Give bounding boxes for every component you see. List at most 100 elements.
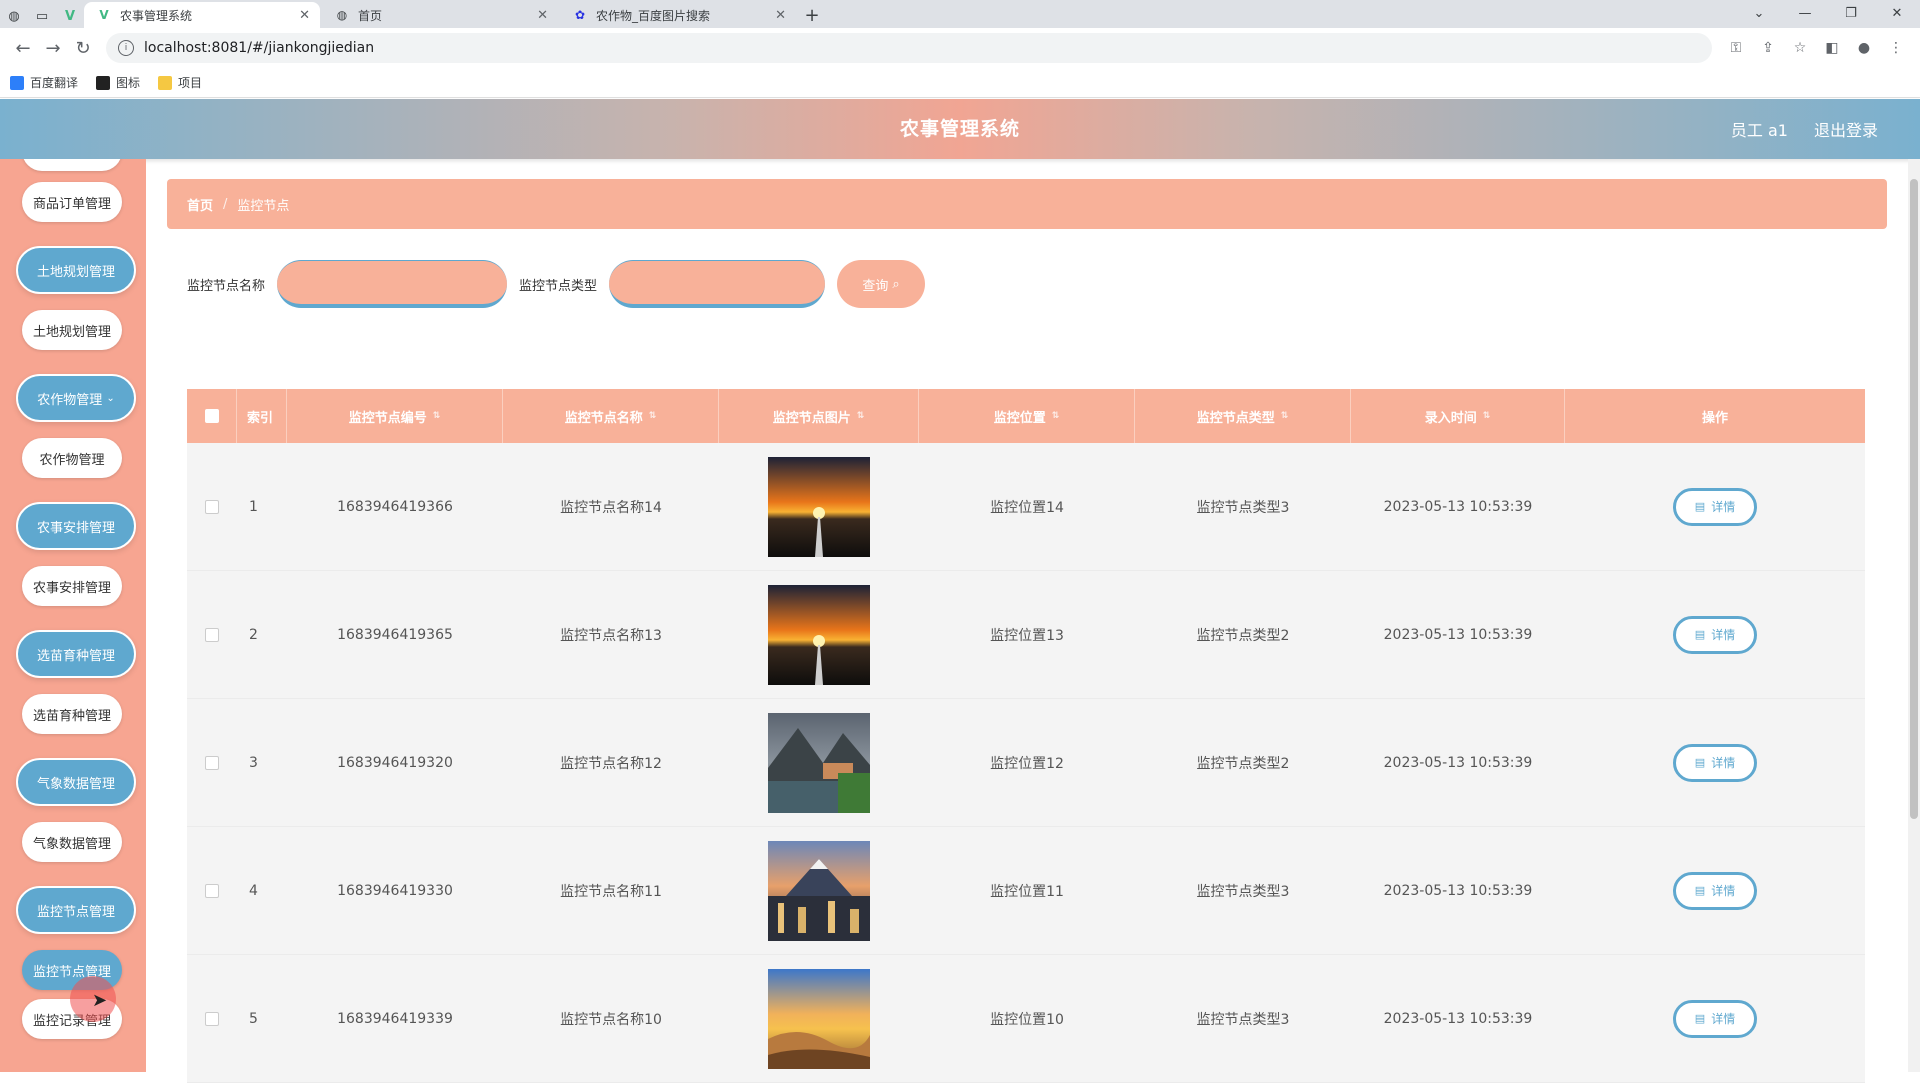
row-checkbox[interactable] bbox=[205, 883, 219, 898]
sidebar-group-schedule[interactable]: 农事安排管理 bbox=[16, 502, 136, 550]
cell-code: 1683946419339 bbox=[337, 1010, 453, 1027]
cell-name: 监控节点名称14 bbox=[560, 499, 662, 516]
logout-link[interactable]: 退出登录 bbox=[1814, 117, 1878, 141]
minimize-icon[interactable]: — bbox=[1782, 0, 1828, 26]
url-input[interactable]: i localhost:8081/#/jiankongjiedian bbox=[106, 33, 1712, 63]
row-checkbox[interactable] bbox=[205, 755, 219, 770]
cell-type: 监控节点类型2 bbox=[1196, 627, 1290, 644]
sidebar-item-crop[interactable]: 农作物管理 bbox=[22, 438, 122, 478]
close-icon[interactable]: ✕ bbox=[775, 8, 786, 23]
row-checkbox[interactable] bbox=[205, 627, 219, 642]
close-icon[interactable]: ✕ bbox=[537, 8, 548, 23]
header-name[interactable]: 监控节点名称 ⇅ bbox=[503, 389, 719, 443]
detail-button[interactable]: ▤ 详情 bbox=[1673, 743, 1757, 782]
query-button[interactable]: 查询 ⌕ bbox=[837, 260, 926, 308]
page-scrollbar[interactable] bbox=[1908, 159, 1920, 1072]
star-icon[interactable]: ☆ bbox=[1784, 33, 1816, 63]
sort-icon: ⇅ bbox=[432, 411, 441, 421]
breadcrumb-separator: / bbox=[223, 196, 228, 212]
sidebar-item-schedule[interactable]: 农事安排管理 bbox=[22, 566, 122, 606]
cell-code: 1683946419330 bbox=[337, 882, 453, 899]
sidebar-item-weather[interactable]: 气象数据管理 bbox=[22, 822, 122, 862]
monitor-node-table: 索引 监控节点编号 ⇅ 监控节点名称 ⇅ 监控节点图片 ⇅ 监控位置 ⇅ 监控节点类型 ⇅… bbox=[187, 389, 1865, 1083]
close-icon[interactable]: ✕ bbox=[299, 8, 310, 23]
cell-index: 4 bbox=[249, 882, 258, 899]
sidebar-group-seedling[interactable]: 选苗育种管理 bbox=[16, 630, 136, 678]
reload-icon[interactable]: ↻ bbox=[68, 33, 98, 63]
bookmark-baidu-translate[interactable]: 百度翻译 bbox=[10, 74, 78, 91]
row-select-cell bbox=[187, 571, 237, 698]
sidebar-item-land[interactable]: 土地规划管理 bbox=[22, 310, 122, 350]
cell-location: 监控位置14 bbox=[990, 499, 1064, 516]
sidebar-group-land[interactable]: 土地规划管理 bbox=[16, 246, 136, 294]
sort-icon: ⇅ bbox=[1280, 411, 1289, 421]
chevron-down-icon[interactable]: ⌄ bbox=[1736, 0, 1782, 26]
blank-tab-icon[interactable]: ▭ bbox=[28, 4, 56, 28]
profile-icon[interactable]: ● bbox=[1848, 33, 1880, 63]
select-all-checkbox[interactable] bbox=[204, 409, 219, 423]
row-checkbox[interactable] bbox=[205, 499, 219, 514]
restore-icon[interactable]: ❐ bbox=[1828, 0, 1874, 26]
share-icon[interactable]: ⇪ bbox=[1752, 33, 1784, 63]
url-text: localhost:8081/#/jiankongjiedian bbox=[144, 40, 375, 56]
name-search-input[interactable] bbox=[277, 260, 508, 308]
header-time[interactable]: 录入时间 ⇅ bbox=[1351, 389, 1565, 443]
folder-icon bbox=[158, 75, 173, 90]
new-tab-button[interactable]: + bbox=[798, 2, 826, 28]
table-row: 2 1683946419365 监控节点名称13 监控位置13 监控节点类型2 2023-… bbox=[187, 571, 1865, 699]
key-icon[interactable]: ⚿ bbox=[1720, 33, 1752, 63]
scrollbar-thumb[interactable] bbox=[1910, 179, 1918, 819]
baidu-paw-icon: ✿ bbox=[574, 8, 586, 22]
table-body: 1 1683946419366 监控节点名称14 监控位置14 监控节点类型3 2023-… bbox=[187, 443, 1865, 1083]
window-controls: ⌄ — ❐ ✕ bbox=[1736, 0, 1920, 26]
menu-icon[interactable]: ⋮ bbox=[1880, 33, 1912, 63]
cell-actions: ▤ 详情 bbox=[1565, 955, 1865, 1082]
detail-button[interactable]: ▤ 详情 bbox=[1673, 871, 1757, 910]
browser-tab-1[interactable]: ◍ 首页 ✕ bbox=[322, 2, 558, 28]
current-user: 员工 a1 bbox=[1730, 121, 1788, 140]
cell-image[interactable] bbox=[719, 443, 919, 570]
cell-image[interactable] bbox=[719, 955, 919, 1082]
detail-button[interactable]: ▤ 详情 bbox=[1673, 487, 1757, 526]
bookmark-project[interactable]: 项目 bbox=[158, 74, 202, 91]
forward-icon[interactable]: → bbox=[38, 33, 68, 63]
browser-tab-2[interactable]: ✿ 农作物_百度图片搜索 ✕ bbox=[560, 2, 796, 28]
close-window-icon[interactable]: ✕ bbox=[1874, 0, 1920, 26]
detail-button[interactable]: ▤ 详情 bbox=[1673, 615, 1757, 654]
back-icon[interactable]: ← bbox=[8, 33, 38, 63]
detail-button[interactable]: ▤ 详情 bbox=[1673, 999, 1757, 1038]
vue-icon[interactable]: V bbox=[56, 4, 84, 28]
cell-index: 2 bbox=[249, 626, 258, 643]
address-bar: ← → ↻ i localhost:8081/#/jiankongjiedian… bbox=[0, 28, 1920, 68]
header-actions: 操作 bbox=[1701, 410, 1728, 426]
name-search-label: 监控节点名称 bbox=[187, 278, 266, 294]
sidebar-group-crop[interactable]: 农作物管理 ⌄ bbox=[16, 374, 136, 422]
sidebar-group-monitor-node[interactable]: 监控节点管理 bbox=[16, 886, 136, 934]
cell-image[interactable] bbox=[719, 699, 919, 826]
header-code[interactable]: 监控节点编号 ⇅ bbox=[287, 389, 503, 443]
browser-tab-0[interactable]: V 农事管理系统 ✕ bbox=[84, 2, 320, 28]
breadcrumb-home[interactable]: 首页 bbox=[187, 195, 213, 214]
bookmark-icons[interactable]: 图标 bbox=[96, 74, 140, 91]
info-icon[interactable]: i bbox=[118, 40, 134, 56]
bookmarks-bar: 百度翻译 图标 项目 bbox=[0, 68, 1920, 98]
header-image[interactable]: 监控节点图片 ⇅ bbox=[719, 389, 919, 443]
sidebar-item-order[interactable]: 商品订单管理 bbox=[22, 182, 122, 222]
cell-image[interactable] bbox=[719, 827, 919, 954]
header-index: 索引 bbox=[237, 389, 287, 443]
sidebar-group-weather[interactable]: 气象数据管理 bbox=[16, 758, 136, 806]
row-checkbox[interactable] bbox=[205, 1011, 219, 1026]
type-search-select[interactable] bbox=[609, 260, 826, 308]
row-select-cell bbox=[187, 699, 237, 826]
user-area: 员工 a1 退出登录 bbox=[1705, 99, 1878, 159]
globe-icon[interactable]: ◍ bbox=[0, 4, 28, 28]
cell-image[interactable] bbox=[719, 571, 919, 698]
header-location[interactable]: 监控位置 ⇅ bbox=[919, 389, 1135, 443]
row-select-cell bbox=[187, 827, 237, 954]
image-icon bbox=[96, 75, 111, 90]
translate-icon bbox=[10, 75, 24, 90]
sidebar-item-seedling[interactable]: 选苗育种管理 bbox=[22, 694, 122, 734]
sidebar-item-hidden[interactable] bbox=[22, 159, 122, 171]
sidepanel-icon[interactable]: ◧ bbox=[1816, 33, 1848, 63]
header-type[interactable]: 监控节点类型 ⇅ bbox=[1135, 389, 1351, 443]
